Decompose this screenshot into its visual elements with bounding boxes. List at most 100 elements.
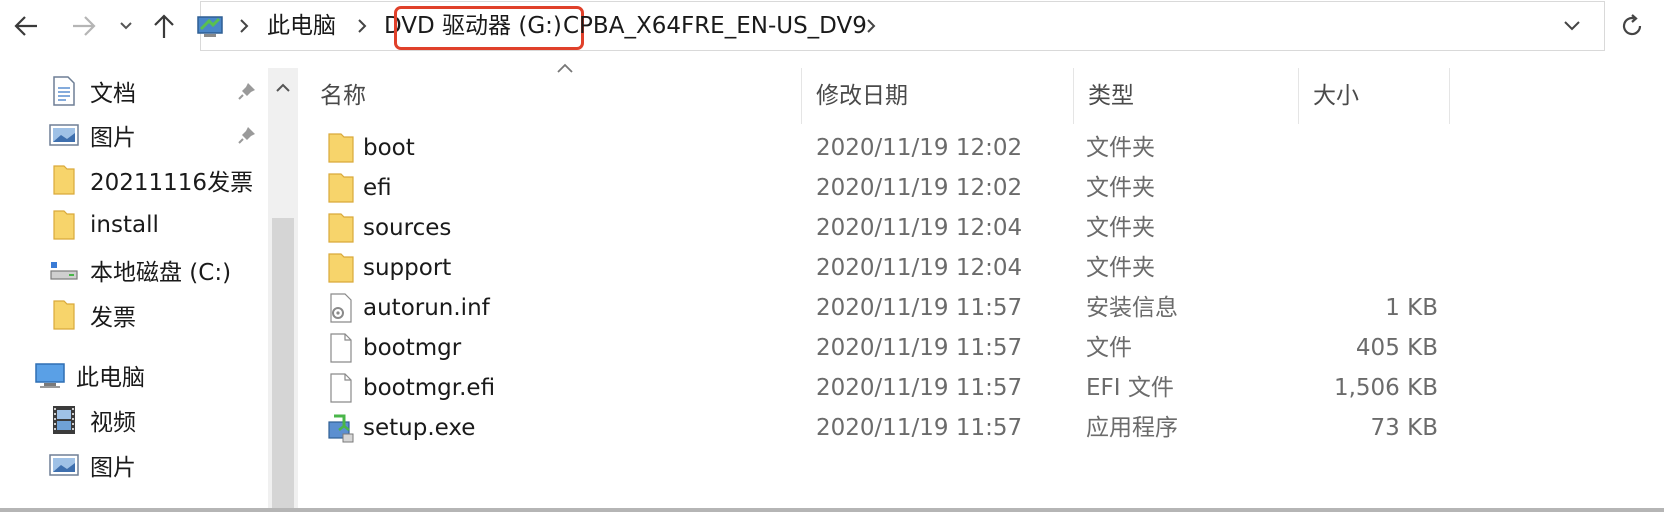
picture-icon [48,119,80,151]
file-type: 文件 [1086,335,1132,361]
nav-item-videos[interactable]: 视频 [48,397,136,443]
folder-icon [48,299,80,331]
table-row[interactable]: support 2020/11/19 12:04 文件夹 [298,248,1664,288]
table-row[interactable]: sources 2020/11/19 12:04 文件夹 [298,208,1664,248]
file-type: EFI 文件 [1086,375,1174,401]
nav-item-label: 视频 [90,410,136,436]
folder-icon [48,164,80,196]
table-row[interactable]: setup.exe 2020/11/19 11:57 应用程序 73 KB [298,408,1664,448]
file-type: 文件夹 [1086,255,1155,281]
refresh-icon [1622,14,1642,36]
pin-icon[interactable] [236,124,258,146]
nav-item-documents[interactable]: 文档 [48,68,136,114]
table-row[interactable]: autorun.inf 2020/11/19 11:57 安装信息 1 KB [298,288,1664,328]
column-header-type[interactable]: 类型 [1074,68,1299,124]
folder-icon [48,209,80,241]
table-row[interactable]: boot 2020/11/19 12:02 文件夹 [298,128,1664,168]
chevron-down-icon [120,22,132,30]
file-date: 2020/11/19 12:02 [816,135,1023,161]
file-date: 2020/11/19 11:57 [816,295,1023,321]
nav-item-local-disk-c[interactable]: 本地磁盘 (C:) [48,247,231,293]
window-bottom-border [0,508,1664,512]
forward-button[interactable] [64,6,104,46]
setup-app-icon [328,414,354,443]
navigation-pane: 文档 图片 20211116发票 install 本地磁盘 (C:) 发票 此电… [0,68,298,512]
file-size [1298,248,1438,288]
nav-item-label: install [90,212,159,238]
table-row[interactable]: bootmgr.efi 2020/11/19 11:57 EFI 文件 1,50… [298,368,1664,408]
file-type: 安装信息 [1086,295,1178,321]
file-name: efi [363,175,392,201]
up-button[interactable] [146,6,182,46]
forward-arrow-icon [73,16,96,36]
nav-item-label: 图片 [90,455,136,481]
file-name: bootmgr [363,335,462,361]
table-row[interactable]: efi 2020/11/19 12:02 文件夹 [298,168,1664,208]
settings-file-icon [330,293,352,323]
file-name: boot [363,135,415,161]
nav-item-label: 图片 [90,125,136,151]
file-size [1298,208,1438,248]
file-size: 73 KB [1370,415,1438,441]
nav-item-folder-invoice[interactable]: 发票 [48,292,136,338]
nav-item-label: 发票 [90,305,136,331]
file-name: autorun.inf [363,295,490,321]
breadcrumb-separator-icon [240,19,249,33]
file-size: 1,506 KB [1333,375,1438,401]
column-header-date[interactable]: 修改日期 [802,68,1074,124]
computer-icon [34,359,66,391]
breadcrumb-separator-icon [358,19,367,33]
pin-icon[interactable] [236,80,258,102]
file-size [1298,128,1438,168]
folder-icon [328,133,354,163]
nav-item-label: 20211116发票 [90,170,254,196]
folder-icon [328,213,354,243]
scroll-up-button[interactable] [268,68,298,108]
file-name: sources [363,215,452,241]
picture-icon [48,449,80,481]
nav-item-label: 此电脑 [76,365,145,391]
breadcrumb-this-pc[interactable]: 此电脑 [267,2,336,50]
file-date: 2020/11/19 11:57 [816,335,1023,361]
nav-item-label: 文档 [90,81,136,107]
breadcrumb-current-folder[interactable]: CPBA_X64FRE_EN-US_DV9 [563,2,867,50]
chevron-down-icon [1564,21,1580,31]
nav-item-folder-20211116-invoice[interactable]: 20211116发票 [48,157,253,203]
nav-item-pictures[interactable]: 图片 [48,112,136,158]
folder-icon [328,253,354,283]
file-size: 405 KB [1355,335,1438,361]
computer-icon [197,16,223,37]
file-type: 文件夹 [1086,175,1155,201]
nav-item-this-pc[interactable]: 此电脑 [34,352,145,398]
file-icon [330,373,352,403]
file-name: support [363,255,452,281]
column-header-name[interactable]: 名称 [306,68,802,124]
recent-locations-button[interactable] [114,6,138,46]
file-name: bootmgr.efi [363,375,496,401]
nav-pane-scrollbar[interactable] [268,68,298,512]
column-header-size[interactable]: 大小 [1299,68,1450,124]
file-size [1298,168,1438,208]
file-date: 2020/11/19 12:04 [816,215,1023,241]
file-type: 文件夹 [1086,215,1155,241]
chevron-up-icon [276,83,290,92]
nav-item-label: 本地磁盘 (C:) [90,260,232,286]
nav-item-pictures-pc[interactable]: 图片 [48,442,136,488]
address-history-button[interactable] [1540,2,1604,50]
drive-icon [48,254,80,286]
back-button[interactable] [6,6,46,46]
scrollbar-thumb[interactable] [272,218,294,512]
navigation-bar: 此电脑 DVD 驱动器 (G:) CPBA_X64FRE_EN-US_DV9 [0,0,1664,52]
file-icon [330,333,352,363]
document-icon [48,75,80,107]
file-date: 2020/11/19 11:57 [816,415,1023,441]
highlight-box [394,6,584,50]
file-date: 2020/11/19 12:04 [816,255,1023,281]
file-list: 名称 修改日期 类型 大小 boot 2020/11/19 12:02 文件夹 … [298,60,1664,512]
address-bar[interactable]: 此电脑 DVD 驱动器 (G:) CPBA_X64FRE_EN-US_DV9 [197,1,1605,51]
file-type: 应用程序 [1086,415,1178,441]
up-arrow-icon [154,14,174,38]
nav-item-folder-install[interactable]: install [48,202,159,248]
refresh-button[interactable] [1612,6,1652,46]
table-row[interactable]: bootmgr 2020/11/19 11:57 文件 405 KB [298,328,1664,368]
